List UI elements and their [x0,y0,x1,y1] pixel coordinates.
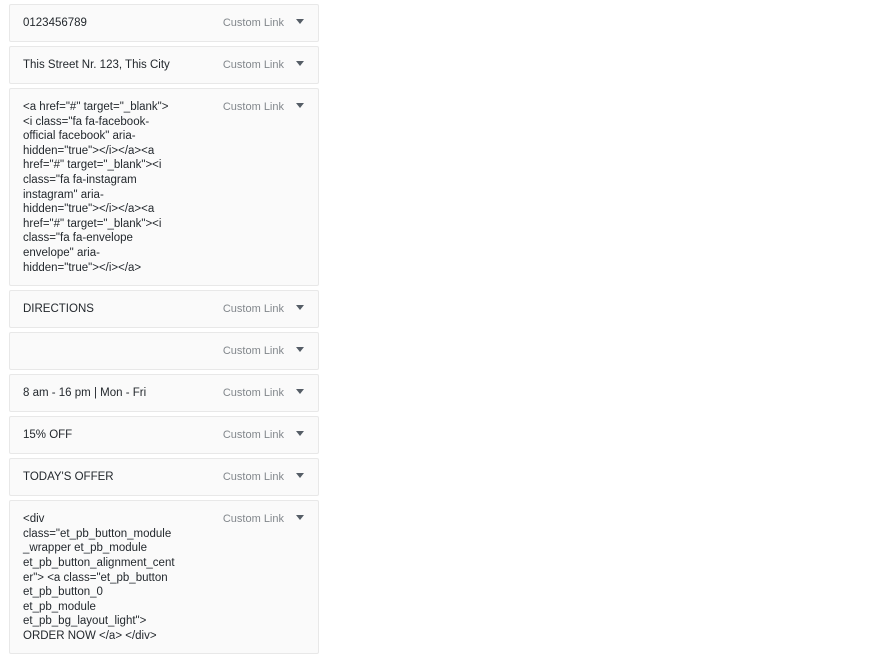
menu-item-meta: Custom Link [223,427,306,442]
chevron-down-icon[interactable] [294,386,306,400]
menu-item-title: 15% OFF [23,429,73,442]
menu-item-row-inner: DIRECTIONS Custom Link [23,301,306,317]
chevron-down-icon[interactable] [294,512,306,526]
menu-structure-list: 0123456789 Custom Link This Street Nr. 123… [9,4,319,658]
menu-item-type-label: Custom Link [222,59,284,71]
menu-item-title: <a href="#" target="_blank"><i class="fa… [23,101,169,274]
menu-item-title: This Street Nr. 123, This City [23,59,170,71]
menu-item-type-label: Custom Link [222,387,284,400]
menu-item-row-inner: 8 am - 16 pm | Mon - Fri Custom Link [23,385,306,401]
menu-item-row-inner: This Street Nr. 123, This City Custom Lin… [23,57,306,73]
menu-item-meta: Custom Link [223,511,306,526]
menu-item-row[interactable]: <div class="et_pb_button_module_wrapper … [9,500,319,655]
menu-item-type-label: Custom Link [222,303,284,316]
chevron-down-icon[interactable] [294,344,306,358]
chevron-down-icon[interactable] [294,16,306,30]
menu-item-row[interactable]: 8 am - 16 pm | Mon - Fri Custom Link [9,374,319,413]
menu-item-meta: Custom Link [223,385,306,400]
menu-item-row[interactable]: 0123456789 Custom Link [9,4,319,42]
menu-item-row-inner: <a href="#" target="_blank"><i class="fa… [23,99,306,275]
menu-item-row-inner: 0123456789 Custom Link [23,15,306,31]
menu-item-meta: Custom Link [223,99,306,114]
menu-item-title: <div class="et_pb_button_module_wrapper … [23,513,175,642]
chevron-down-icon[interactable] [294,470,306,484]
menu-item-row-inner: Custom Link [23,343,306,359]
menu-item-type-label: Custom Link [222,345,284,358]
chevron-down-icon[interactable] [294,428,306,442]
chevron-down-icon[interactable] [294,302,306,316]
menu-item-title: 8 am - 16 pm | Mon - Fri [23,387,147,400]
menu-item-row[interactable]: TODAY'S OFFER Custom Link [9,458,319,497]
menu-item-type-label: Custom Link [222,513,284,526]
menu-item-row[interactable]: Custom Link [9,332,319,371]
menu-item-title: DIRECTIONS [23,303,94,316]
menu-item-meta: Custom Link [223,301,306,316]
menu-item-title [23,343,215,359]
menu-item-meta: Custom Link [223,469,306,484]
menu-item-row-inner: 15% OFF Custom Link [23,427,306,443]
menu-item-type-label: Custom Link [222,101,284,113]
menu-item-type-label: Custom Link [222,17,284,29]
menu-item-row[interactable]: 15% OFF Custom Link [9,416,319,455]
menu-item-meta: Custom Link [223,343,306,358]
menu-item-meta: Custom Link [223,15,306,30]
menu-item-row[interactable]: DIRECTIONS Custom Link [9,290,319,329]
menu-item-row-inner: <div class="et_pb_button_module_wrapper … [23,511,306,643]
menu-item-row[interactable]: This Street Nr. 123, This City Custom Lin… [9,46,319,84]
chevron-down-icon[interactable] [294,100,306,114]
menu-item-meta: Custom Link [223,57,306,72]
menu-item-row-inner: TODAY'S OFFER Custom Link [23,469,306,485]
menu-item-title: TODAY'S OFFER [23,471,114,484]
menu-item-title: 0123456789 [23,17,87,29]
chevron-down-icon[interactable] [294,58,306,72]
menu-item-type-label: Custom Link [222,471,284,484]
menu-item-type-label: Custom Link [222,429,284,442]
menu-item-row[interactable]: <a href="#" target="_blank"><i class="fa… [9,88,319,287]
